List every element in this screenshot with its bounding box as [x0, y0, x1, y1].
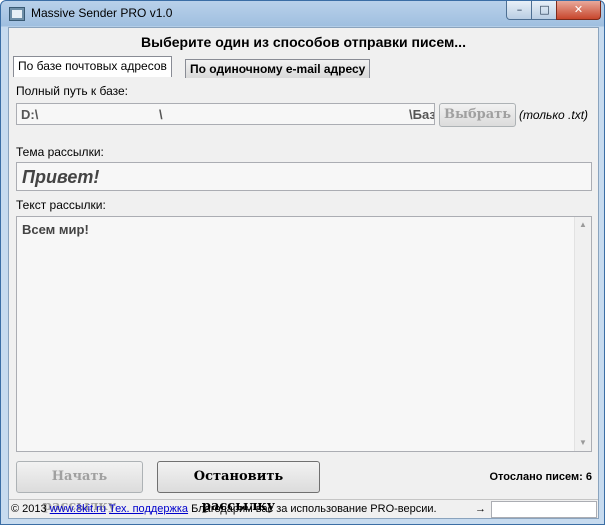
body-textarea[interactable]: Всем мир! ▲ ▼ — [16, 216, 592, 452]
subject-input[interactable]: Привет! — [16, 162, 592, 191]
copyright-text: © 2013 — [11, 503, 47, 515]
scroll-down-icon[interactable]: ▼ — [575, 435, 591, 451]
page-heading: Выберите один из способов отправки писем… — [141, 34, 466, 50]
status-text: © 2013 www.8kit.ru Тех. поддержка Благод… — [11, 500, 437, 518]
subject-label: Тема рассылки: — [16, 145, 104, 159]
db-path-input[interactable]: D:\ \ \Базы — [16, 103, 435, 125]
db-path-separator: \ — [159, 107, 163, 122]
client-area: Выберите один из способов отправки писем… — [8, 27, 599, 519]
status-bar: © 2013 www.8kit.ru Тех. поддержка Благод… — [9, 499, 598, 518]
app-window: Massive Sender PRO v1.0 – □ ✕ Выберите о… — [0, 0, 605, 525]
support-link[interactable]: Тех. поддержка — [109, 503, 188, 515]
db-path-folder: \Базы — [409, 107, 434, 122]
close-button[interactable]: ✕ — [556, 1, 601, 20]
file-type-hint: (только .txt) — [519, 108, 589, 122]
body-text: Всем мир! — [22, 222, 89, 237]
thanks-text: Благодарим вас за использование PRO-верс… — [191, 503, 437, 515]
tab-database[interactable]: По базе почтовых адресов — [13, 56, 172, 77]
arrow-right-icon: → — [475, 503, 486, 515]
maximize-button[interactable]: □ — [531, 1, 558, 20]
db-path-label: Полный путь к базе: — [16, 84, 129, 98]
window-title: Massive Sender PRO v1.0 — [31, 6, 173, 20]
status-field — [491, 501, 597, 518]
title-bar[interactable]: Massive Sender PRO v1.0 – □ ✕ — [1, 1, 604, 27]
tab-single-email[interactable]: По одиночному e-mail адресу — [185, 59, 371, 78]
body-scrollbar[interactable]: ▲ ▼ — [574, 217, 591, 451]
sent-count: Отослано писем: 6 — [489, 471, 593, 483]
site-link[interactable]: www.8kit.ru — [50, 503, 106, 515]
db-path-drive: D:\ — [21, 107, 39, 122]
start-mailing-button[interactable]: Начать рассылку — [16, 461, 143, 514]
body-label: Текст рассылки: — [16, 198, 106, 212]
minimize-button[interactable]: – — [506, 1, 533, 20]
choose-file-button[interactable]: Выбрать — [439, 103, 516, 127]
scroll-up-icon[interactable]: ▲ — [575, 217, 591, 233]
stop-mailing-button[interactable]: Остановить рассылку — [157, 461, 320, 514]
app-icon — [9, 7, 25, 21]
